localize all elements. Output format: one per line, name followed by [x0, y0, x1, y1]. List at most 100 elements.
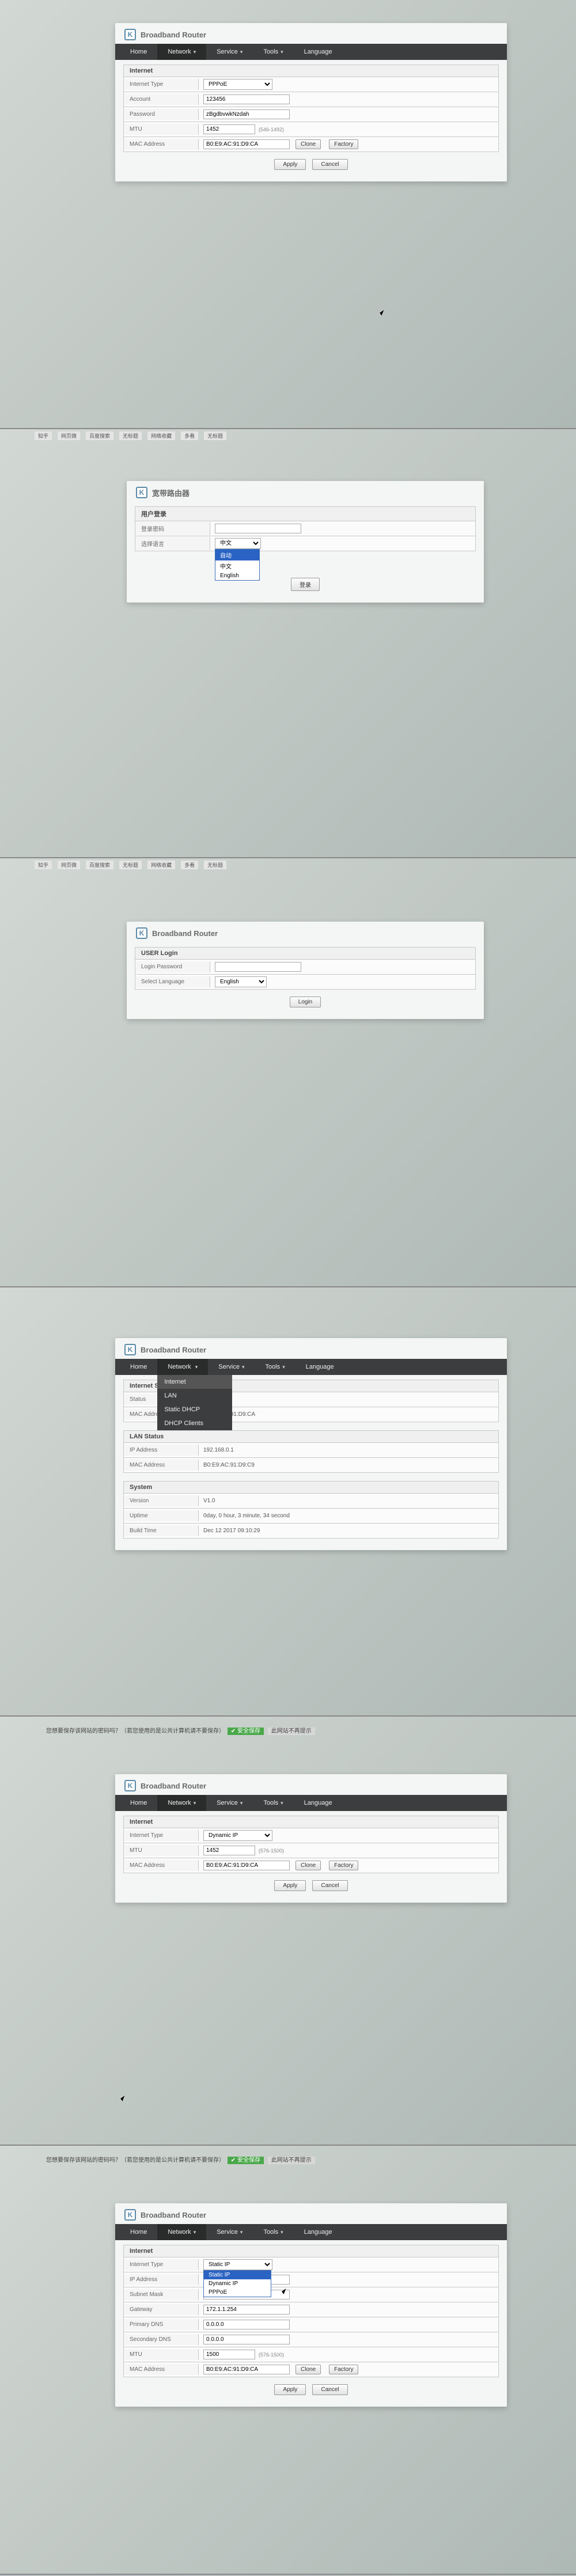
input-mtu[interactable] — [203, 124, 255, 134]
tab-home[interactable]: Home — [120, 1359, 157, 1375]
tab-tools[interactable]: Tools — [253, 44, 293, 60]
clone-button[interactable]: Clone — [295, 1861, 321, 1870]
value-buildtime: Dec 12 2017 09:10:29 — [199, 1526, 498, 1536]
save-yes-button[interactable]: ✔ 安全保存 — [228, 1728, 264, 1735]
row-dns2: Secondary DNS — [123, 2332, 499, 2347]
tab-service[interactable]: Service — [206, 44, 253, 60]
select-internet-type[interactable]: PPPoE — [203, 79, 272, 90]
input-mac[interactable] — [203, 1861, 290, 1870]
router-page: K Broadband Router Home Network Service … — [115, 2203, 507, 2407]
type-option-pppoe[interactable]: PPPoE — [204, 2288, 271, 2297]
input-login-password[interactable] — [215, 524, 301, 533]
browser-tab[interactable]: ‎网页微 — [58, 431, 80, 440]
input-login-password[interactable] — [215, 962, 301, 972]
lang-option-auto[interactable]: 自动 — [215, 550, 259, 560]
menu-internet[interactable]: Internet — [157, 1375, 232, 1389]
tab-tools[interactable]: Tools — [253, 1795, 293, 1811]
input-mac[interactable] — [203, 139, 290, 149]
label-language: Select Language — [135, 976, 210, 987]
tab-tools[interactable]: Tools — [255, 1359, 295, 1375]
brand-title: Broadband Router — [141, 1346, 206, 1354]
select-language[interactable]: 中文 — [215, 538, 261, 549]
apply-button[interactable]: Apply — [274, 2384, 306, 2395]
tab-home[interactable]: Home — [120, 2224, 157, 2240]
cancel-button[interactable]: Cancel — [312, 2384, 347, 2395]
label-internet-type: Internet Type — [124, 79, 199, 90]
value-status: Link Up — [199, 1395, 498, 1404]
browser-tab[interactable]: 多看 — [181, 861, 198, 869]
factory-button[interactable]: Factory — [329, 139, 358, 149]
input-password[interactable] — [203, 109, 290, 119]
apply-button[interactable]: Apply — [274, 1880, 306, 1891]
tab-home[interactable]: Home — [120, 44, 157, 60]
input-mtu[interactable] — [203, 2350, 255, 2359]
browser-tab[interactable]: 网络收藏 — [147, 431, 175, 440]
router-logo-icon: K — [124, 2209, 136, 2221]
login-button[interactable]: Login — [290, 997, 321, 1007]
input-mac[interactable] — [203, 2365, 290, 2374]
tab-service[interactable]: Service — [208, 1359, 255, 1375]
input-dns2[interactable] — [203, 2335, 290, 2344]
tab-network[interactable]: Network Internet LAN Static DHCP DHCP Cl… — [157, 1359, 208, 1375]
select-internet-type[interactable]: Dynamic IP — [203, 1830, 272, 1841]
lang-option-en[interactable]: English — [215, 571, 259, 580]
browser-tab[interactable]: 知乎 — [35, 431, 52, 440]
factory-button[interactable]: Factory — [329, 2365, 358, 2374]
tab-network-label: Network — [168, 1363, 191, 1370]
value-lan-ip: 192.168.0.1 — [199, 1445, 498, 1455]
menu-dhcp-clients[interactable]: DHCP Clients — [157, 1416, 232, 1430]
browser-tab[interactable]: 无标题 — [204, 861, 226, 869]
browser-tab[interactable]: 知乎 — [35, 861, 52, 869]
tab-language[interactable]: Language — [294, 2224, 343, 2240]
browser-tab[interactable]: 无标题 — [119, 431, 142, 440]
browser-tab[interactable]: ‎网页微 — [58, 861, 80, 869]
row-mac: MAC Address Clone Factory — [123, 1858, 499, 1873]
select-language[interactable]: English — [215, 976, 267, 987]
cancel-button[interactable]: Cancel — [312, 159, 347, 170]
type-option-dynamic[interactable]: Dynamic IP — [204, 2279, 271, 2288]
save-no-button[interactable]: 此网站不再提示 — [268, 2157, 315, 2164]
label-login-password: Login Password — [135, 961, 210, 972]
label-lan-mac: MAC Address — [124, 1460, 199, 1471]
browser-tab[interactable]: 无标题 — [119, 861, 142, 869]
router-logo-icon: K — [136, 487, 147, 498]
select-internet-type[interactable]: Static IP — [203, 2259, 272, 2270]
type-option-static[interactable]: Static IP — [204, 2271, 271, 2279]
save-no-button[interactable]: 此网站不再提示 — [268, 1728, 315, 1735]
tab-network[interactable]: Network — [157, 44, 206, 60]
clone-button[interactable]: Clone — [295, 139, 321, 149]
browser-tab[interactable]: 百度搜索 — [86, 431, 113, 440]
tab-service[interactable]: Service — [206, 1795, 253, 1811]
tab-language[interactable]: Language — [294, 1795, 343, 1811]
browser-tab[interactable]: 无标题 — [204, 431, 226, 440]
row-dns1: Primary DNS — [123, 2317, 499, 2332]
input-gateway[interactable] — [203, 2305, 290, 2314]
lang-option-zh[interactable]: 中文 — [215, 560, 259, 571]
browser-tab[interactable]: 多看 — [181, 431, 198, 440]
input-account[interactable] — [203, 94, 290, 104]
browser-tab[interactable]: 百度搜索 — [86, 861, 113, 869]
tab-language[interactable]: Language — [294, 44, 343, 60]
menu-lan[interactable]: LAN — [157, 1389, 232, 1403]
cancel-button[interactable]: Cancel — [312, 1880, 347, 1891]
tab-language[interactable]: Language — [295, 1359, 344, 1375]
row-mtu: MTU (576-1500) — [123, 2347, 499, 2362]
menu-static-dhcp[interactable]: Static DHCP — [157, 1403, 232, 1416]
input-mtu[interactable] — [203, 1846, 255, 1855]
browser-tab[interactable]: 网络收藏 — [147, 861, 175, 869]
tab-network[interactable]: Network — [157, 2224, 206, 2240]
brand-title: 宽带路由器 — [152, 487, 190, 498]
tab-service[interactable]: Service — [206, 2224, 253, 2240]
factory-button[interactable]: Factory — [329, 1861, 358, 1870]
label-gateway: Gateway — [124, 2304, 199, 2315]
tab-tools[interactable]: Tools — [253, 2224, 293, 2240]
row-ip: IP Address — [123, 2272, 499, 2287]
tab-network[interactable]: Network — [157, 1795, 206, 1811]
button-row: Apply Cancel — [115, 159, 507, 170]
clone-button[interactable]: Clone — [295, 2365, 321, 2374]
save-yes-button[interactable]: ✔ 安全保存 — [228, 2157, 264, 2164]
login-button[interactable]: 登录 — [291, 578, 320, 591]
input-dns1[interactable] — [203, 2320, 290, 2329]
tab-home[interactable]: Home — [120, 1795, 157, 1811]
apply-button[interactable]: Apply — [274, 159, 306, 170]
